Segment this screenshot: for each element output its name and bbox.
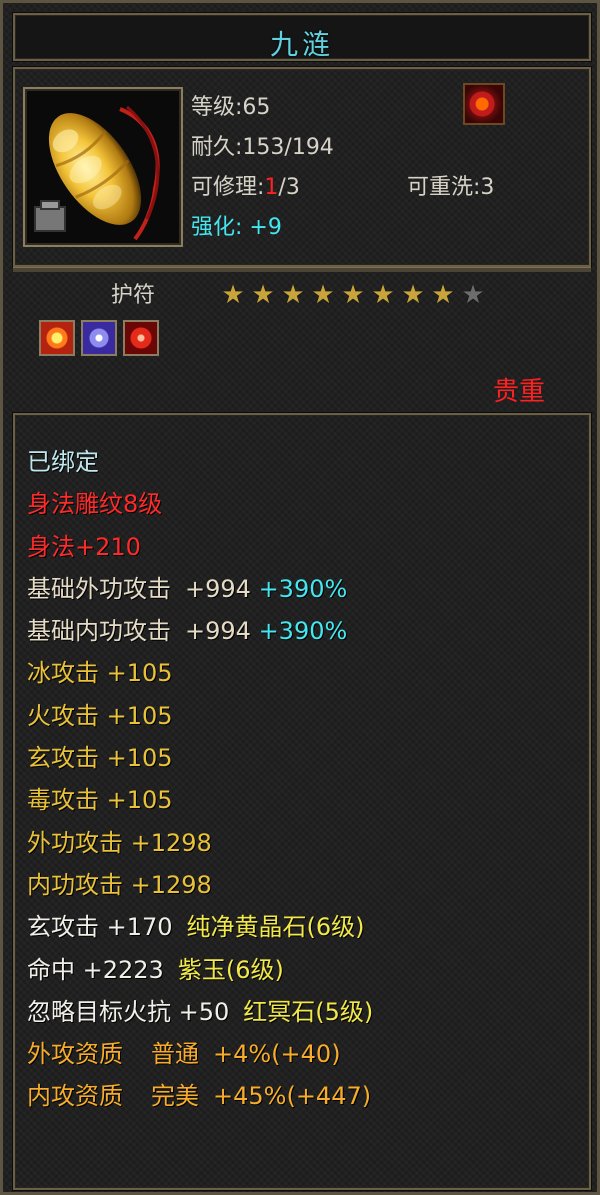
level-text: 等级:65 xyxy=(191,95,271,120)
mystic-attack: 玄攻击 +105 xyxy=(27,744,173,773)
gem-stat: 命中 +2223 xyxy=(27,955,164,984)
bound-status: 已绑定 xyxy=(27,448,99,476)
gem-attr-2: 命中 +2223 紫玉(6级) xyxy=(27,949,373,991)
enhance-text: 强化: +9 xyxy=(191,209,282,241)
engrave-attr: 身法雕纹8级 xyxy=(27,490,163,519)
attr-percent: +390% xyxy=(258,617,348,646)
socket-gems xyxy=(39,320,159,356)
attr-label: 基础内功攻击 xyxy=(27,617,171,646)
aptitude-value: +4%(+40) xyxy=(213,1040,341,1069)
internal-aptitude: 内攻资质 完美 +45%(+447) xyxy=(27,1075,373,1117)
star-empty-icon: ★ xyxy=(461,280,485,310)
rarity-label: 贵重 xyxy=(493,377,546,407)
poison-attack: 毒攻击 +105 xyxy=(27,786,173,815)
aptitude-value: +45%(+447) xyxy=(213,1082,372,1111)
agility-attr: 身法+210 xyxy=(27,532,141,561)
enhance-label: 强化: xyxy=(191,215,243,240)
fire-attack: 火攻击 +105 xyxy=(27,701,173,730)
star-filled-icon: ★ xyxy=(371,280,395,310)
enhance-value: +9 xyxy=(249,215,282,240)
star-rating: ★ ★ ★ ★ ★ ★ ★ ★ ★ xyxy=(219,282,487,308)
title-bar: 九涟 xyxy=(13,13,591,61)
aptitude-label: 内攻资质 xyxy=(27,1082,123,1111)
aptitude-grade: 完美 xyxy=(151,1082,199,1111)
item-tooltip: 九涟 等级:65 耐久:153/194 可修理:1/3 可重洗:3 强化: +9… xyxy=(0,0,600,1195)
attr-value: +994 xyxy=(185,617,251,646)
gem-stat: 忽略目标火抗 +50 xyxy=(27,997,230,1026)
amulet-label: 护符 xyxy=(111,283,156,308)
gem-stat: 玄攻击 +170 xyxy=(27,913,173,942)
repair-total: /3 xyxy=(278,175,300,200)
ice-attack: 冰攻击 +105 xyxy=(27,659,173,688)
star-filled-icon: ★ xyxy=(431,280,455,310)
star-filled-icon: ★ xyxy=(251,280,275,310)
aptitude-label: 外攻资质 xyxy=(27,1040,123,1069)
red-gem-icon[interactable] xyxy=(123,320,159,356)
yellow-gem-icon[interactable] xyxy=(39,320,75,356)
gem-name: 紫玉(6级) xyxy=(177,955,284,984)
star-filled-icon: ★ xyxy=(221,280,245,310)
internal-attack: 内功攻击 +1298 xyxy=(27,870,212,899)
attr-percent: +390% xyxy=(258,574,348,603)
phoenix-badge-icon xyxy=(463,83,505,125)
divider xyxy=(13,267,591,272)
repair-prefix: 可修理: xyxy=(191,175,265,200)
gem-name: 纯净黄晶石(6级) xyxy=(186,913,365,942)
repair-text: 可修理:1/3 xyxy=(191,169,300,201)
item-icon[interactable] xyxy=(23,87,183,247)
durability-text: 耐久:153/194 xyxy=(191,135,334,160)
attribute-list: 已绑定 身法雕纹8级 身法+210 基础外功攻击 +994 +390% 基础内功攻… xyxy=(27,441,373,1118)
jade-pendant-icon xyxy=(34,105,160,241)
repair-current: 1 xyxy=(264,175,279,200)
star-filled-icon: ★ xyxy=(281,280,305,310)
star-filled-icon: ★ xyxy=(341,280,365,310)
gem-name: 红冥石(5级) xyxy=(243,997,374,1026)
item-title: 九涟 xyxy=(269,28,334,61)
gem-attr-1: 玄攻击 +170 纯净黄晶石(6级) xyxy=(27,906,373,948)
base-external-attack: 基础外功攻击 +994 +390% xyxy=(27,568,373,610)
attr-value: +994 xyxy=(185,574,251,603)
base-internal-attack: 基础内功攻击 +994 +390% xyxy=(27,610,373,652)
external-aptitude: 外攻资质 普通 +4%(+40) xyxy=(27,1033,373,1075)
external-attack: 外功攻击 +1298 xyxy=(27,828,212,857)
gem-attr-3: 忽略目标火抗 +50 红冥石(5级) xyxy=(27,991,373,1033)
star-filled-icon: ★ xyxy=(311,280,335,310)
purple-gem-icon[interactable] xyxy=(81,320,117,356)
aptitude-grade: 普通 xyxy=(151,1040,199,1069)
attr-label: 基础外功攻击 xyxy=(27,574,171,603)
star-filled-icon: ★ xyxy=(401,280,425,310)
rewash-text: 可重洗:3 xyxy=(407,175,495,200)
